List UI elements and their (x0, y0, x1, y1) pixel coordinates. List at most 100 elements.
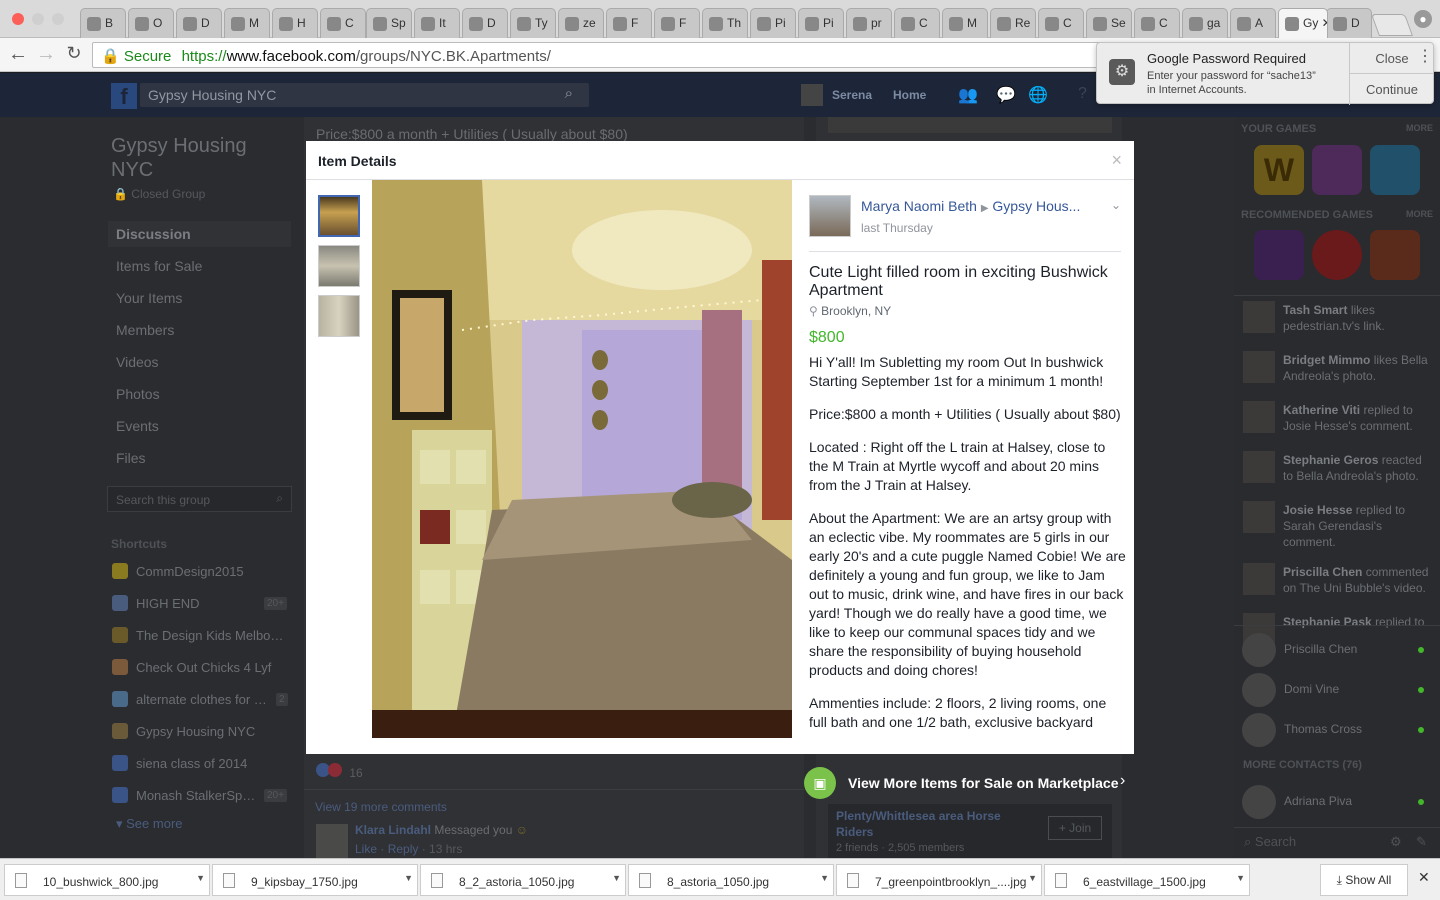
activity-actor[interactable]: Priscilla Chen (1283, 565, 1362, 579)
activity-item[interactable]: Katherine Viti replied to Josie Hesse's … (1283, 402, 1435, 434)
user-avatar[interactable] (801, 84, 823, 106)
forward-arrow-icon[interactable]: → (34, 43, 58, 66)
contact-item[interactable]: Thomas Cross (1242, 713, 1432, 749)
game-words-icon[interactable]: W (1254, 145, 1304, 195)
caret-down-icon[interactable]: ▼ (612, 873, 621, 883)
group-nav-item[interactable]: Photos (116, 386, 160, 402)
browser-tab[interactable]: fc M (224, 8, 270, 38)
activity-item[interactable]: Tash Smart likes pedestrian.tv's link. (1283, 302, 1435, 334)
contact-item[interactable]: Adriana Piva (1242, 785, 1432, 821)
activity-actor[interactable]: Stephanie Pask (1283, 615, 1372, 628)
download-item[interactable]: 10_bushwick_800.jpg ▼ (4, 864, 210, 896)
caret-down-icon[interactable]: ▼ (1028, 873, 1037, 883)
menu-kebab-icon[interactable]: ⋮ (1417, 46, 1433, 66)
browser-tab[interactable]: doc B (80, 8, 126, 38)
shortcut-item[interactable]: Gypsy Housing NYC (136, 724, 255, 739)
activity-actor[interactable]: Katherine Viti (1283, 403, 1360, 417)
browser-tab[interactable]: gear Sp (366, 8, 412, 38)
group-nav-item[interactable]: Items for Sale (116, 258, 202, 274)
activity-avatar[interactable] (1243, 301, 1275, 333)
activity-avatar[interactable] (1243, 563, 1275, 595)
game-yahtzee-icon[interactable] (1370, 230, 1420, 280)
notifications-globe-icon[interactable]: 🌐 (1028, 85, 1048, 105)
group-nav-item[interactable]: Files (116, 450, 146, 466)
caret-down-icon[interactable]: ▼ (404, 873, 413, 883)
your-games-more-link[interactable]: MORE (1406, 123, 1433, 133)
shortcut-item[interactable]: siena class of 2014 (136, 756, 247, 771)
compose-icon[interactable]: ✎ (1416, 834, 1427, 850)
download-item[interactable]: 9_kipsbay_1750.jpg ▼ (212, 864, 418, 896)
show-all-downloads-button[interactable]: ⤓ Show All (1320, 864, 1408, 896)
comment-author[interactable]: Klara Lindahl (355, 823, 431, 837)
profile-icon[interactable]: ● (1414, 10, 1432, 28)
comment-reply-link[interactable]: Reply (388, 842, 419, 856)
comment-like-link[interactable]: Like (355, 842, 377, 856)
activity-avatar[interactable] (1243, 451, 1275, 483)
activity-actor[interactable]: Bridget Mimmo (1283, 353, 1370, 367)
activity-avatar[interactable] (1243, 351, 1275, 383)
activity-item[interactable]: Bridget Mimmo likes Bella Andreola's pho… (1283, 352, 1435, 384)
help-icon[interactable]: ? (1078, 85, 1087, 103)
browser-tab[interactable]: Gga (1182, 8, 1228, 38)
modal-close-icon[interactable]: × (1111, 150, 1122, 171)
poster-avatar[interactable] (809, 195, 851, 237)
reload-icon[interactable]: ↻ (62, 43, 86, 64)
facebook-search-input[interactable]: Gypsy Housing NYC ⌕ (140, 83, 589, 107)
group-nav-item[interactable]: Events (116, 418, 159, 434)
shortcut-item[interactable]: CommDesign2015 (136, 564, 244, 579)
download-item[interactable]: 8_astoria_1050.jpg ▼ (628, 864, 834, 896)
activity-item[interactable]: Priscilla Chen commented on The Uni Bubb… (1283, 564, 1435, 596)
download-item[interactable]: 6_eastvillage_1500.jpg ▼ (1044, 864, 1250, 896)
group-nav-item[interactable]: Discussion (116, 226, 191, 242)
activity-avatar[interactable] (1243, 501, 1275, 533)
view-more-comments-link[interactable]: View 19 more comments (315, 800, 447, 814)
activity-actor[interactable]: Josie Hesse (1283, 503, 1352, 517)
settings-gear-icon[interactable]: ⚙ (1390, 834, 1402, 850)
activity-actor[interactable]: Tash Smart (1283, 303, 1347, 317)
activity-actor[interactable]: Stephanie Geros (1283, 453, 1378, 467)
shortcut-item[interactable]: Monash StalkerSp… (136, 788, 255, 803)
home-link[interactable]: Home (893, 88, 926, 102)
new-tab-button[interactable] (1370, 14, 1414, 36)
minimize-window-icon[interactable] (32, 13, 44, 25)
comment-avatar[interactable] (316, 824, 348, 858)
user-name-link[interactable]: Serena (832, 88, 872, 102)
photo-thumbnail-1[interactable] (318, 195, 360, 237)
see-more-link[interactable]: ▾ See more (116, 816, 183, 832)
notification-continue-button[interactable]: Continue (1350, 75, 1434, 105)
photo-thumbnail-3[interactable] (318, 295, 360, 337)
contact-item[interactable]: Domi Vine (1242, 673, 1432, 709)
browser-tab[interactable]: pinterest-dark D (462, 8, 508, 38)
shortcut-item[interactable]: alternate clothes for … (136, 692, 267, 707)
group-name-link[interactable]: Gypsy Hous... (992, 198, 1080, 214)
shortcut-item[interactable]: Check Out Chicks 4 Lyf (136, 660, 271, 675)
browser-tab[interactable]: blank Gy ✕ (1278, 8, 1328, 38)
back-arrow-icon[interactable]: ← (6, 43, 30, 66)
browser-tab[interactable]: blue M (942, 8, 988, 38)
browser-tab[interactable]: FJ F (654, 8, 700, 38)
close-window-icon[interactable] (12, 13, 24, 25)
browser-tab[interactable]: doc D (1326, 8, 1372, 38)
group-nav-item[interactable]: Members (116, 322, 174, 338)
browser-tab[interactable]: pinterest Pi (798, 8, 844, 38)
browser-tab[interactable]: FJ F (606, 8, 652, 38)
address-bar[interactable]: 🔒 Secure https://www.facebook.com/groups… (92, 42, 1102, 68)
browser-tab[interactable]: doc Pi (750, 8, 796, 38)
group-name[interactable]: Gypsy Housing NYC (111, 134, 247, 182)
poster-name-link[interactable]: Marya Naomi Beth (861, 198, 977, 214)
post-time[interactable]: last Thursday (861, 221, 933, 235)
caret-down-icon[interactable]: ▼ (1236, 873, 1245, 883)
browser-tab[interactable]: globe It (414, 8, 460, 38)
recommended-games-more-link[interactable]: MORE (1406, 209, 1433, 219)
group-nav-item[interactable]: Videos (116, 354, 159, 370)
join-group-button[interactable]: + Join (1048, 816, 1102, 840)
group-search-input[interactable]: Search this group ⌕ (107, 486, 292, 512)
game-icon-2[interactable] (1312, 145, 1362, 195)
activity-item[interactable]: Stephanie Geros reacted to Bella Andreol… (1283, 452, 1435, 484)
chevron-down-icon[interactable]: ⌄ (1111, 198, 1121, 212)
browser-tab[interactable]: doc C (894, 8, 940, 38)
search-small-icon[interactable]: ⌕ (276, 491, 283, 506)
browser-tab[interactable]: barze (558, 8, 604, 38)
browser-tab[interactable]: C Se (1086, 8, 1132, 38)
browser-tab[interactable]: circle O (128, 8, 174, 38)
